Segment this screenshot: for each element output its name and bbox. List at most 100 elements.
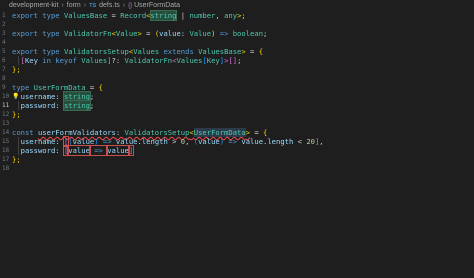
code-token: UserFormData xyxy=(33,83,86,92)
line-number: 6 xyxy=(2,57,6,64)
code-token: Values xyxy=(133,47,164,56)
code-token: username xyxy=(20,137,56,146)
code-token: Value xyxy=(189,29,212,38)
code-token: 20 xyxy=(306,137,315,146)
code-token: ; xyxy=(241,11,246,20)
code-token: ] xyxy=(127,145,135,156)
code-line[interactable]: 14 const userFormValidators: ValidatorsSe… xyxy=(0,128,474,137)
code-token: ?: xyxy=(111,56,125,65)
code-text: username: [(value) => value.length > 0, … xyxy=(12,136,324,147)
code-token: length xyxy=(141,137,168,146)
line-number: 5 xyxy=(2,48,6,55)
code-token: UserFormData xyxy=(193,128,246,137)
line-number: 12 xyxy=(2,111,10,118)
line-number: 7 xyxy=(2,66,6,73)
code-line[interactable]: 18 xyxy=(0,164,474,173)
code-line[interactable]: 7}; xyxy=(0,65,474,74)
line-number: 18 xyxy=(2,165,10,172)
code-line[interactable]: 10 💡 username: string; xyxy=(0,91,474,102)
code-token: userFormValidators xyxy=(37,128,116,137)
code-token: export xyxy=(12,29,43,38)
code-line[interactable]: 6 [Key in keyof Values]?: ValidatorFn<Va… xyxy=(0,56,474,65)
code-token: string xyxy=(62,91,91,102)
code-text: username: string; xyxy=(12,91,94,102)
code-line[interactable]: 11 password: string; xyxy=(0,100,474,111)
code-token: < xyxy=(293,137,307,146)
code-token: password xyxy=(20,101,56,110)
breadcrumb-folder-development-kit[interactable]: development-kit xyxy=(0,2,58,9)
code-text: }; xyxy=(12,155,21,164)
code-token: export xyxy=(12,47,43,56)
line-number: 1 xyxy=(2,12,6,19)
code-token: Key xyxy=(24,56,43,65)
code-text: type UserFormData = { xyxy=(12,83,103,92)
line-number: 4 xyxy=(2,39,6,46)
code-token: value xyxy=(115,137,138,146)
code-token: value xyxy=(159,29,181,38)
line-number: 10 xyxy=(2,93,10,100)
code-token: ValuesBase xyxy=(198,47,242,56)
code-text: password: string; xyxy=(12,100,95,111)
code-token: ValuesBase xyxy=(63,11,108,20)
code-text: export type ValidatorsSetup<Values exten… xyxy=(12,47,263,56)
code-line[interactable]: 4 xyxy=(0,38,474,47)
code-token: type xyxy=(42,29,64,38)
code-token: : xyxy=(55,137,64,146)
code-token: => xyxy=(88,145,109,156)
code-line[interactable]: 8 xyxy=(0,74,474,83)
code-token: => xyxy=(224,137,242,146)
code-token: , xyxy=(215,11,225,20)
code-token: ; xyxy=(89,101,95,110)
code-text: }; xyxy=(12,65,21,74)
breadcrumb-symbol-userformdata[interactable]: UserFormData xyxy=(134,2,180,9)
code-token: { xyxy=(263,128,268,137)
code-token: number xyxy=(189,11,216,20)
code-line[interactable]: 17}; xyxy=(0,155,474,164)
code-text: export type ValuesBase = Record<string |… xyxy=(12,10,246,21)
typescript-file-icon: TS xyxy=(89,2,97,9)
code-line[interactable]: 13 xyxy=(0,119,474,128)
code-token: type xyxy=(42,11,64,20)
code-line[interactable]: 5 export type ValidatorsSetup<Values exte… xyxy=(0,47,474,56)
code-token: Values xyxy=(81,56,108,65)
code-token: username xyxy=(20,92,56,101)
breadcrumb-folder-form[interactable]: form xyxy=(67,2,81,9)
code-token: ValidatorsSetup xyxy=(63,47,129,56)
code-line[interactable]: 1 export type ValuesBase = Record<string … xyxy=(0,10,474,21)
code-token: = xyxy=(107,11,121,20)
code-token: type xyxy=(42,47,64,56)
code-token: value xyxy=(67,145,91,156)
code-token: }; xyxy=(12,65,21,74)
code-token: > xyxy=(167,137,181,146)
code-line[interactable]: 3 export type ValidatorFn<Value> = (value… xyxy=(0,29,474,38)
code-line[interactable]: 16 password: [value => value] xyxy=(0,145,474,156)
code-token: ValidatorFn xyxy=(63,29,112,38)
code-token: password xyxy=(20,146,56,155)
breadcrumb-file-defs-ts[interactable]: defs.ts xyxy=(99,2,120,9)
code-token: { xyxy=(98,83,103,92)
code-token: length xyxy=(267,137,294,146)
code-token: : xyxy=(55,101,64,110)
code-token: [] xyxy=(228,56,238,65)
code-token: string xyxy=(149,10,178,21)
code-line[interactable]: 9 type UserFormData = { xyxy=(0,83,474,92)
code-editor[interactable]: 1 export type ValuesBase = Record<string … xyxy=(0,10,474,278)
code-token: ValidatorFn xyxy=(124,56,173,65)
code-token: value xyxy=(106,145,130,156)
code-line[interactable]: 2 xyxy=(0,20,474,29)
code-token: string xyxy=(62,100,91,111)
line-number: 9 xyxy=(2,84,6,91)
code-token: = xyxy=(245,47,259,56)
code-line[interactable]: 12}; xyxy=(0,110,474,119)
code-token: extends xyxy=(163,47,199,56)
code-token: = xyxy=(250,128,264,137)
line-number: 2 xyxy=(2,21,6,28)
code-token: boolean xyxy=(232,29,264,38)
code-line[interactable]: 15 username: [(value) => value.length > … xyxy=(0,136,474,147)
code-token: type xyxy=(12,83,34,92)
